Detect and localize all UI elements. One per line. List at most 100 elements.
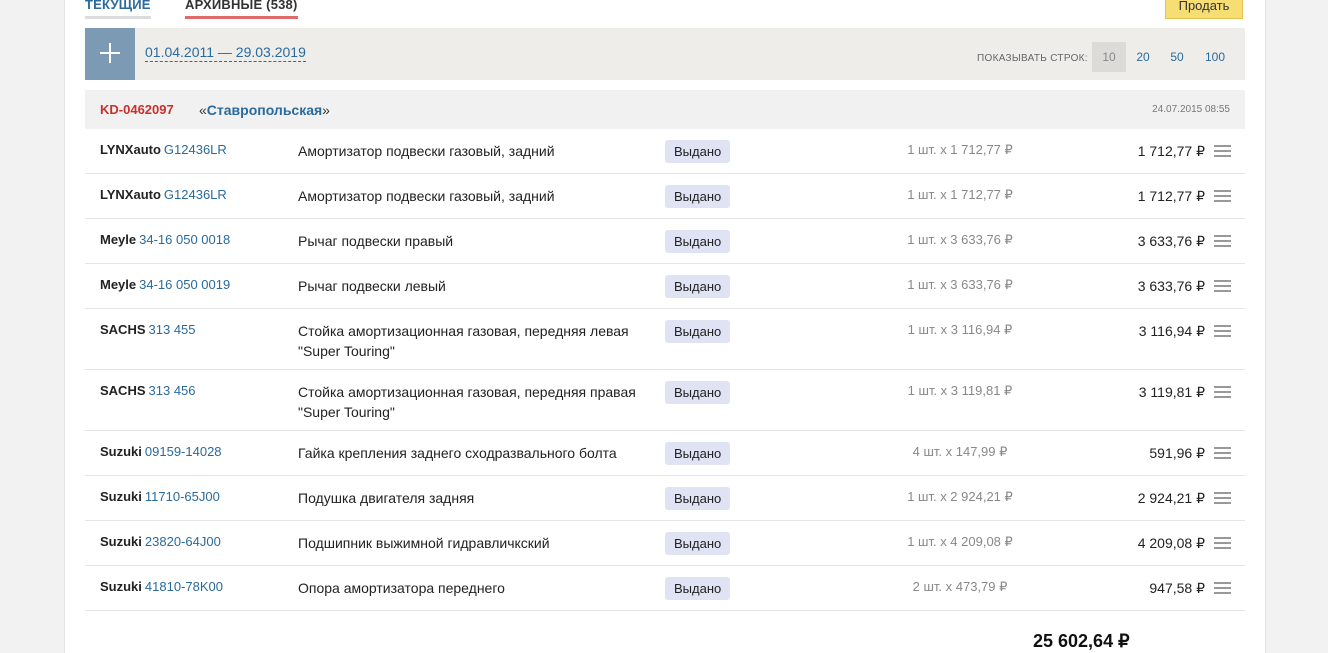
status-badge: Выдано [665, 381, 731, 404]
item-sum: 1 712,77 ₽ [1137, 188, 1205, 204]
part-code-link[interactable]: G12436LR [164, 187, 227, 202]
item-quantity-price: 2 шт. x 473,79 ₽ [912, 579, 1008, 594]
brand-name: LYNXauto [100, 142, 161, 157]
status-badge: Выдано [665, 185, 731, 208]
table-row: Suzuki 11710-65J00 Подушка двигателя задня… [85, 476, 1245, 521]
menu-icon[interactable] [1214, 190, 1231, 202]
item-brand: SACHS 313 455 [100, 322, 196, 337]
table-row: Suzuki 41810-78K00 Опора амортизатора пере… [85, 566, 1245, 611]
item-description: Опора амортизатора переднего [298, 580, 505, 596]
store-name[interactable]: Ставропольская [207, 102, 322, 118]
table-row: Suzuki 23820-64J00 Подшипник выжимной гидр… [85, 521, 1245, 566]
rows-option-20[interactable]: 20 [1126, 42, 1160, 72]
item-description: Амортизатор подвески газовый, задний [298, 188, 555, 204]
item-description: Гайка крепления заднего сходразвального … [298, 445, 617, 461]
brand-name: Meyle [100, 277, 137, 292]
part-code-link[interactable]: 313 456 [149, 383, 196, 398]
orders-panel: ТЕКУЩИЕ АРХИВНЫЕ (538) Продать 01.04.201… [64, 0, 1266, 653]
rows-option-100[interactable]: 100 [1195, 42, 1235, 72]
item-quantity-price: 1 шт. x 3 119,81 ₽ [907, 383, 1013, 398]
brand-name: SACHS [100, 383, 146, 398]
menu-icon[interactable] [1214, 537, 1231, 549]
part-code-link[interactable]: 09159-14028 [145, 444, 222, 459]
rows-per-page-label: ПОКАЗЫВАТЬ СТРОК: [977, 53, 1088, 64]
item-quantity-price: 1 шт. x 3 633,76 ₽ [907, 232, 1013, 247]
item-quantity-price: 1 шт. x 2 924,21 ₽ [907, 489, 1013, 504]
item-sum: 591,96 ₽ [1149, 445, 1205, 461]
item-description: Стойка амортизационная газовая, передняя… [298, 384, 636, 420]
store-quote-close: » [322, 102, 330, 118]
item-quantity-price: 1 шт. x 4 209,08 ₽ [907, 534, 1013, 549]
rows-option-10[interactable]: 10 [1092, 42, 1126, 72]
brand-name: Suzuki [100, 489, 142, 504]
status-badge: Выдано [665, 442, 731, 465]
brand-name: Suzuki [100, 579, 142, 594]
item-quantity-price: 1 шт. x 3 633,76 ₽ [907, 277, 1013, 292]
part-code-link[interactable]: 313 455 [149, 322, 196, 337]
item-sum: 4 209,08 ₽ [1137, 535, 1205, 551]
tab-archive[interactable]: АРХИВНЫЕ (538) [185, 0, 298, 19]
order-items: LYNXauto G12436LR Амортизатор подвески газ… [85, 129, 1245, 611]
item-description: Рычаг подвески левый [298, 278, 446, 294]
item-quantity-price: 4 шт. x 147,99 ₽ [912, 444, 1008, 459]
part-code-link[interactable]: 34-16 050 0019 [139, 277, 230, 292]
item-description: Подшипник выжимной гидравличкский [298, 535, 550, 551]
item-brand: LYNXauto G12436LR [100, 187, 227, 202]
item-sum: 1 712,77 ₽ [1137, 143, 1205, 159]
brand-name: LYNXauto [100, 187, 161, 202]
order-date: 24.07.2015 08:55 [1152, 104, 1230, 115]
part-code-link[interactable]: 23820-64J00 [145, 534, 221, 549]
filter-bar: 01.04.2011 — 29.03.2019 ПОКАЗЫВАТЬ СТРОК… [85, 28, 1245, 80]
part-code-link[interactable]: 34-16 050 0018 [139, 232, 230, 247]
menu-icon[interactable] [1214, 492, 1231, 504]
table-row: SACHS 313 456 Стойка амортизационная газов… [85, 370, 1245, 431]
status-badge: Выдано [665, 320, 731, 343]
status-badge: Выдано [665, 230, 731, 253]
brand-name: Suzuki [100, 444, 142, 459]
status-badge: Выдано [665, 140, 731, 163]
item-sum: 947,58 ₽ [1149, 580, 1205, 596]
date-range-picker[interactable]: 01.04.2011 — 29.03.2019 [145, 44, 306, 62]
item-brand: Suzuki 41810-78K00 [100, 579, 223, 594]
part-code-link[interactable]: 41810-78K00 [145, 579, 223, 594]
menu-icon[interactable] [1214, 447, 1231, 459]
status-badge: Выдано [665, 532, 731, 555]
item-brand: Suzuki 09159-14028 [100, 444, 222, 459]
item-description: Стойка амортизационная газовая, передняя… [298, 323, 629, 359]
item-quantity-price: 1 шт. x 1 712,77 ₽ [907, 187, 1013, 202]
item-sum: 3 116,94 ₽ [1138, 323, 1205, 339]
add-filter-button[interactable] [85, 28, 135, 80]
sell-button[interactable]: Продать [1165, 0, 1243, 19]
item-quantity-price: 1 шт. x 1 712,77 ₽ [907, 142, 1013, 157]
menu-icon[interactable] [1214, 386, 1231, 398]
table-row: Meyle 34-16 050 0019 Рычаг подвески левый В… [85, 264, 1245, 309]
item-brand: Suzuki 23820-64J00 [100, 534, 221, 549]
item-brand: Meyle 34-16 050 0018 [100, 232, 230, 247]
table-row: SACHS 313 455 Стойка амортизационная газов… [85, 309, 1245, 370]
order-header: KD-0462097 «Ставропольская» 24.07.2015 0… [85, 90, 1245, 129]
menu-icon[interactable] [1214, 280, 1231, 292]
item-sum: 3 633,76 ₽ [1137, 278, 1205, 294]
item-sum: 2 924,21 ₽ [1137, 490, 1205, 506]
rows-option-50[interactable]: 50 [1160, 42, 1194, 72]
part-code-link[interactable]: 11710-65J00 [145, 489, 220, 504]
table-row: Meyle 34-16 050 0018 Рычаг подвески правый… [85, 219, 1245, 264]
table-row: LYNXauto G12436LR Амортизатор подвески газ… [85, 129, 1245, 174]
brand-name: Meyle [100, 232, 137, 247]
status-badge: Выдано [665, 487, 731, 510]
menu-icon[interactable] [1214, 145, 1231, 157]
order-id[interactable]: KD-0462097 [100, 102, 174, 117]
part-code-link[interactable]: G12436LR [164, 142, 227, 157]
menu-icon[interactable] [1214, 325, 1231, 337]
item-sum: 3 119,81 ₽ [1138, 384, 1205, 400]
store-quote-open: « [199, 102, 207, 118]
table-row: LYNXauto G12436LR Амортизатор подвески газ… [85, 174, 1245, 219]
brand-name: SACHS [100, 322, 146, 337]
menu-icon[interactable] [1214, 235, 1231, 247]
item-brand: Suzuki 11710-65J00 [100, 489, 220, 504]
brand-name: Suzuki [100, 534, 142, 549]
item-description: Амортизатор подвески газовый, задний [298, 143, 555, 159]
tab-current[interactable]: ТЕКУЩИЕ [85, 0, 151, 19]
menu-icon[interactable] [1214, 582, 1231, 594]
status-badge: Выдано [665, 275, 731, 298]
